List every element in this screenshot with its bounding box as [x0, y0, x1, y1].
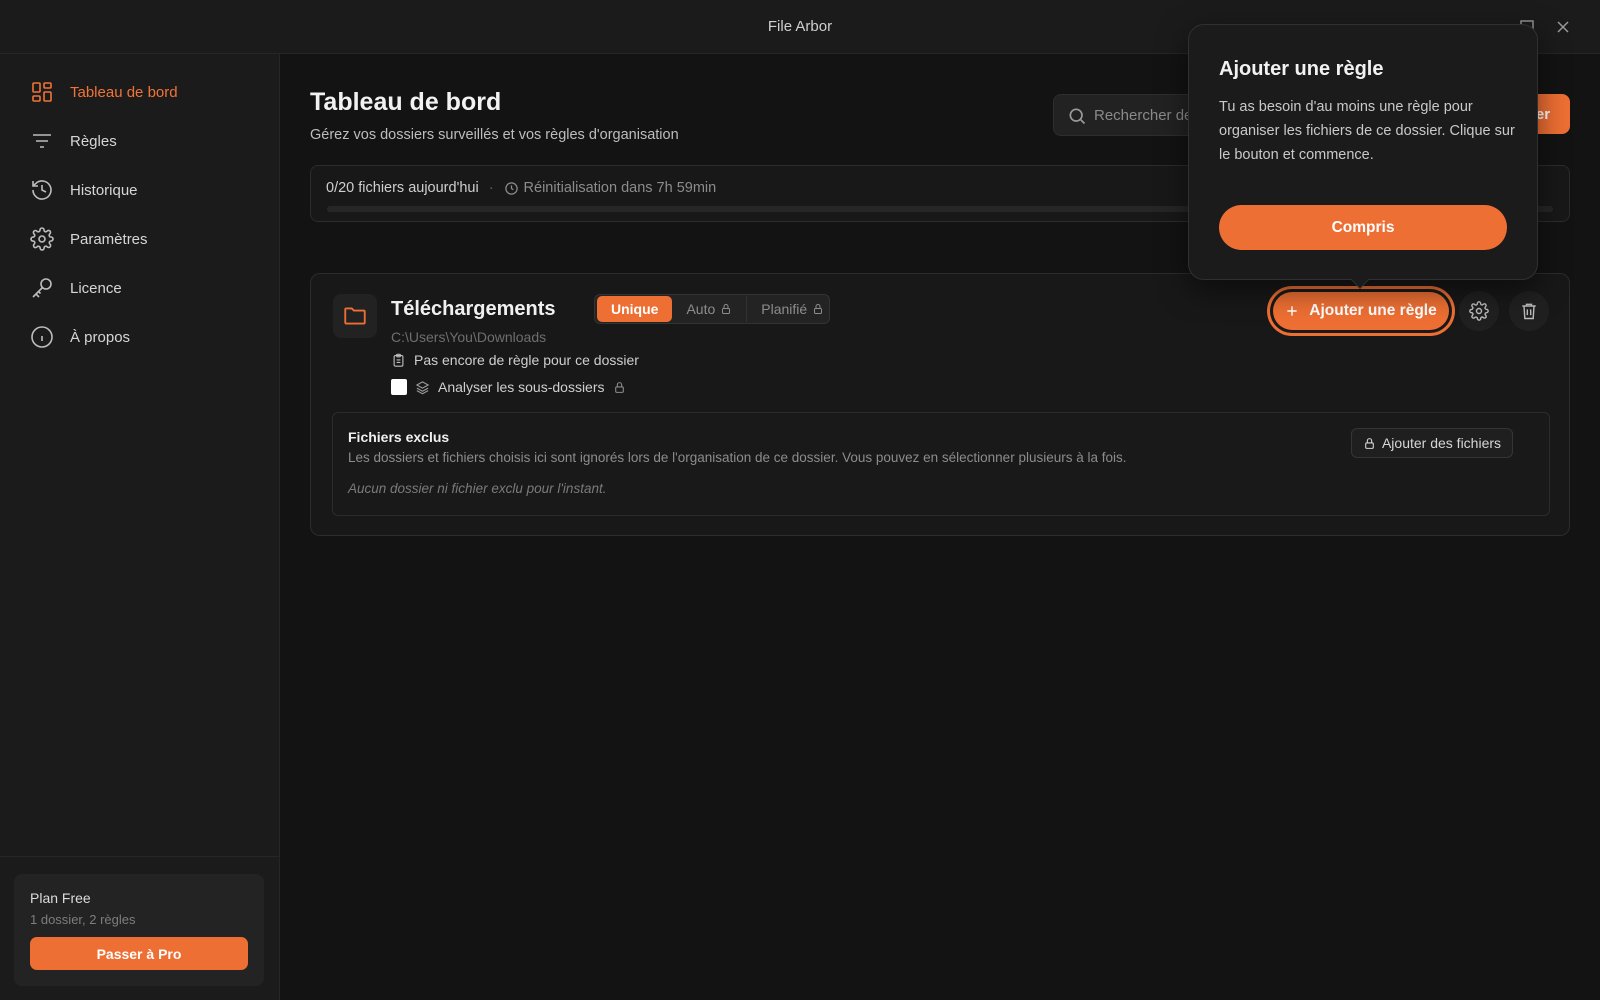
gear-icon [1469, 301, 1489, 321]
sidebar-item-label: Paramètres [70, 230, 148, 248]
excluded-empty-state: Aucun dossier ni fichier exclu pour l'in… [348, 481, 607, 496]
rule-status-text: Pas encore de règle pour ce dossier [414, 352, 639, 368]
mode-label: Unique [611, 301, 659, 317]
folder-icon-box [333, 294, 377, 338]
delete-folder-button[interactable] [1509, 291, 1549, 331]
gear-icon [30, 227, 54, 251]
dashboard-icon [32, 82, 52, 102]
info-icon [31, 326, 53, 348]
page-subtitle: Gérez vos dossiers surveillés et vos règ… [310, 127, 679, 143]
add-rule-button[interactable]: Ajouter une règle [1273, 292, 1449, 330]
mode-label: Planifié [761, 301, 808, 317]
popover-title: Ajouter une règle [1219, 58, 1384, 80]
sidebar-item-rules[interactable]: Règles [30, 126, 117, 156]
sidebar-item-about[interactable]: À propos [30, 322, 130, 352]
add-rule-label: Ajouter une règle [1309, 302, 1437, 319]
onboarding-popover: Ajouter une règle Tu as besoin d'au moin… [1188, 24, 1538, 289]
clipboard-icon [393, 353, 404, 367]
clock-icon [504, 181, 518, 195]
mode-unique[interactable]: Unique [597, 296, 673, 322]
sidebar-item-label: Tableau de bord [70, 83, 178, 101]
rule-status: Pas encore de règle pour ce dossier [391, 352, 639, 368]
folder-name: Téléchargements [391, 298, 556, 320]
add-excluded-label: Ajouter des fichiers [1381, 435, 1502, 451]
popover-body: Tu as besoin d'au moins une règle pour o… [1219, 99, 1515, 163]
mode-scheduled[interactable]: Planifié [747, 296, 838, 322]
search-icon [1069, 108, 1086, 125]
lock-icon [1365, 437, 1374, 449]
sidebar-item-label: Historique [70, 181, 138, 199]
mode-toggle: Unique Auto Planifié [594, 294, 830, 324]
sidebar-item-license[interactable]: Licence [30, 273, 122, 303]
sidebar-item-settings[interactable]: Paramètres [30, 224, 148, 254]
sidebar-item-dashboard[interactable]: Tableau de bord [30, 77, 178, 107]
sidebar-item-label: Règles [70, 132, 117, 150]
lock-icon [814, 304, 823, 314]
plan-title: Plan Free [30, 890, 91, 906]
filter-icon [33, 134, 51, 148]
folder-settings-button[interactable] [1459, 291, 1499, 331]
subfolder-option: Analyser les sous-dossiers [391, 379, 626, 395]
mode-label: Auto [686, 301, 716, 317]
divider [0, 856, 280, 857]
sidebar-item-label: À propos [70, 328, 131, 346]
subfolders-checkbox[interactable] [391, 379, 407, 395]
plan-card: Plan Free 1 dossier, 2 règles Passer à P… [14, 874, 264, 986]
sidebar-item-label: Licence [70, 279, 122, 297]
trash-icon [1522, 303, 1536, 320]
lock-icon [614, 381, 624, 393]
excluded-description: Les dossiers et fichiers choisis ici son… [348, 450, 1127, 465]
quota-separator: · [488, 180, 494, 196]
lock-icon [722, 304, 731, 314]
got-it-button[interactable]: Compris [1219, 205, 1507, 250]
quota-text-row: 0/20 fichiers aujourd'hui · Réinitialisa… [326, 180, 716, 196]
sidebar-item-history[interactable]: Historique [30, 175, 138, 205]
history-icon [32, 180, 52, 200]
add-folder-label: er [1535, 105, 1551, 123]
folder-path: C:\Users\You\Downloads [391, 329, 547, 345]
layers-icon [415, 380, 430, 394]
folder-icon [344, 307, 366, 325]
excluded-files-panel: Fichiers exclus Les dossiers et fichiers… [332, 412, 1550, 516]
subfolders-label: Analyser les sous-dossiers [438, 379, 605, 395]
quota-reset: Réinitialisation dans 7h 59min [504, 180, 717, 196]
page-title: Tableau de bord [310, 88, 502, 116]
quota-reset-label: Réinitialisation dans 7h 59min [523, 180, 717, 196]
mode-auto[interactable]: Auto [672, 296, 748, 322]
excluded-title: Fichiers exclus [348, 429, 450, 445]
close-icon[interactable] [1552, 16, 1574, 38]
folder-card: Téléchargements Unique Auto Planifié C:\… [310, 273, 1570, 536]
sidebar: Tableau de bord Règles Historique Paramè… [0, 54, 280, 1000]
add-excluded-files-button[interactable]: Ajouter des fichiers [1351, 428, 1513, 458]
key-icon [32, 278, 52, 298]
plus-icon [1287, 306, 1297, 316]
quota-files: 0/20 fichiers aujourd'hui [326, 180, 479, 196]
upgrade-button[interactable]: Passer à Pro [30, 937, 248, 970]
plan-usage: 1 dossier, 2 règles [30, 912, 136, 927]
